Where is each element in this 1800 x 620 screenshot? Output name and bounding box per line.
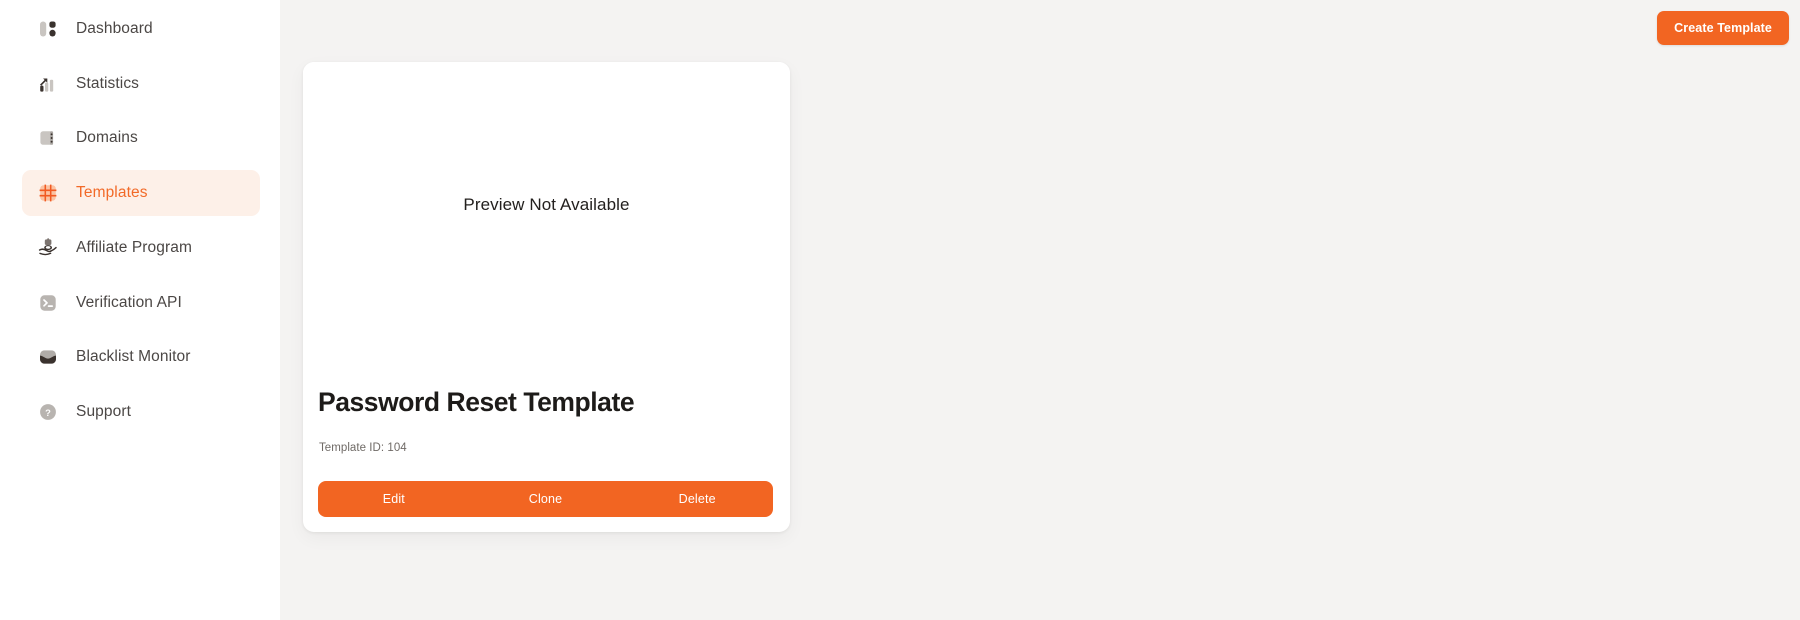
- affiliate-hand-icon: [36, 236, 60, 260]
- sidebar-item-label: Support: [76, 403, 131, 420]
- main-content: Create Template Preview Not Available Pa…: [280, 0, 1800, 620]
- terminal-icon: [36, 291, 60, 315]
- sidebar-item-label: Domains: [76, 129, 138, 146]
- sidebar-item-label: Templates: [76, 184, 148, 201]
- blacklist-shield-icon: [36, 345, 60, 369]
- sidebar: Dashboard Statistics Domains Templates A…: [0, 0, 280, 620]
- sidebar-item-dashboard[interactable]: Dashboard: [22, 6, 260, 52]
- svg-text:?: ?: [45, 407, 51, 418]
- sidebar-item-label: Statistics: [76, 75, 140, 92]
- sidebar-item-domains[interactable]: Domains: [22, 115, 260, 161]
- sidebar-item-label: Verification API: [76, 294, 182, 311]
- edit-button[interactable]: Edit: [318, 481, 470, 517]
- sidebar-item-templates[interactable]: Templates: [22, 170, 260, 216]
- templates-grid-icon: [36, 181, 60, 205]
- sidebar-item-statistics[interactable]: Statistics: [22, 61, 260, 107]
- clone-button[interactable]: Clone: [470, 481, 622, 517]
- sidebar-item-label: Dashboard: [76, 20, 153, 37]
- dashboard-icon: [36, 17, 60, 41]
- create-template-button[interactable]: Create Template: [1657, 11, 1789, 45]
- sidebar-item-label: Blacklist Monitor: [76, 348, 191, 365]
- delete-button[interactable]: Delete: [621, 481, 773, 517]
- template-id-label: Template ID: 104: [319, 442, 407, 454]
- sidebar-item-affiliate-program[interactable]: Affiliate Program: [22, 225, 260, 271]
- sidebar-item-label: Affiliate Program: [76, 239, 192, 256]
- template-card[interactable]: Preview Not Available Password Reset Tem…: [303, 62, 790, 532]
- template-action-bar: Edit Clone Delete: [318, 481, 773, 517]
- sidebar-item-support[interactable]: ? Support: [22, 389, 260, 435]
- template-preview-area: Preview Not Available: [303, 62, 790, 347]
- sidebar-item-verification-api[interactable]: Verification API: [22, 280, 260, 326]
- preview-placeholder-text: Preview Not Available: [463, 194, 630, 214]
- domains-icon: [36, 126, 60, 150]
- template-title: Password Reset Template: [318, 387, 635, 417]
- sidebar-item-blacklist-monitor[interactable]: Blacklist Monitor: [22, 334, 260, 380]
- question-mark-icon: ?: [36, 400, 60, 424]
- statistics-icon: [36, 72, 60, 96]
